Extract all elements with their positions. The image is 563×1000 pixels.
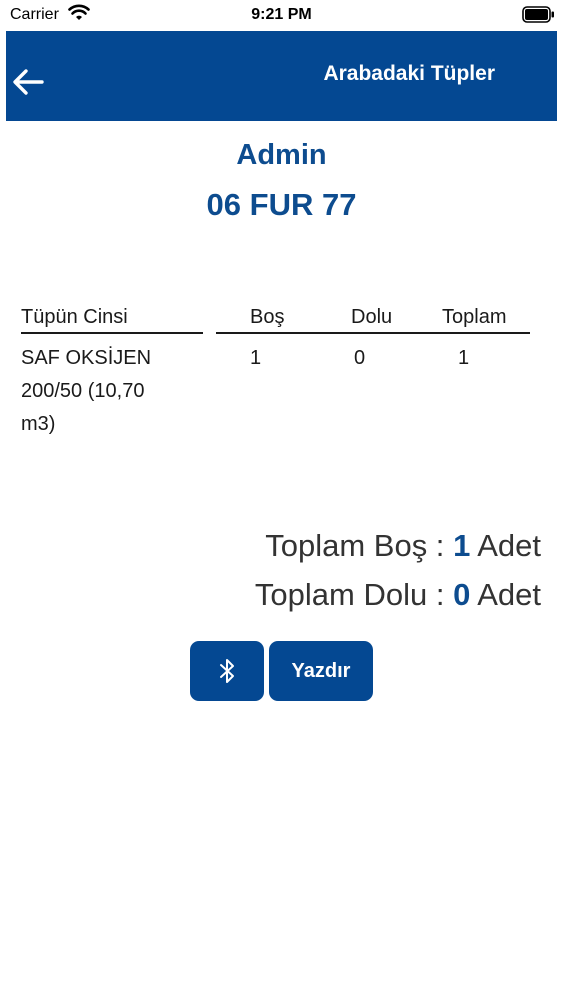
summary-empty-total: Toplam Boş : 1 Adet bbox=[265, 528, 541, 564]
table-cell-full: 0 bbox=[354, 347, 366, 369]
status-bar: Carrier 9:21 PM bbox=[0, 0, 563, 30]
table-cell-type: SAF OKSİJEN 200/50 (10,70 m3) bbox=[21, 342, 151, 441]
bluetooth-icon bbox=[220, 659, 234, 683]
print-button[interactable]: Yazdır bbox=[269, 641, 373, 701]
summary-unit: Adet bbox=[477, 577, 541, 612]
type-line: m3) bbox=[21, 413, 56, 435]
user-name: Admin bbox=[236, 139, 327, 171]
column-header-total: Toplam bbox=[442, 306, 507, 328]
app-header: Arabadaki Tüpler bbox=[6, 31, 557, 121]
vehicle-plate: 06 FUR 77 bbox=[206, 187, 357, 222]
summary-unit: Adet bbox=[477, 528, 541, 563]
type-line: 200/50 (10,70 bbox=[21, 380, 145, 402]
arrow-left-icon[interactable] bbox=[10, 67, 46, 97]
page-title: Arabadaki Tüpler bbox=[323, 62, 495, 85]
type-line: SAF OKSİJEN bbox=[21, 347, 152, 369]
table-cell-empty: 1 bbox=[250, 347, 262, 369]
header-divider bbox=[21, 332, 203, 334]
status-time: 9:21 PM bbox=[251, 6, 312, 23]
header-divider bbox=[216, 332, 530, 334]
summary-full-value: 0 bbox=[453, 577, 471, 612]
summary-empty-label: Toplam Boş : bbox=[265, 528, 445, 563]
table-cell-total: 1 bbox=[458, 347, 470, 369]
column-header-type: Tüpün Cinsi bbox=[21, 306, 128, 328]
summary-full-total: Toplam Dolu : 0 Adet bbox=[255, 577, 541, 613]
battery-icon bbox=[522, 6, 554, 23]
column-header-full: Dolu bbox=[351, 306, 393, 328]
bluetooth-button[interactable] bbox=[190, 641, 264, 701]
summary-full-label: Toplam Dolu : bbox=[254, 577, 445, 612]
summary-empty-value: 1 bbox=[453, 528, 471, 563]
column-header-empty: Boş bbox=[250, 306, 285, 328]
